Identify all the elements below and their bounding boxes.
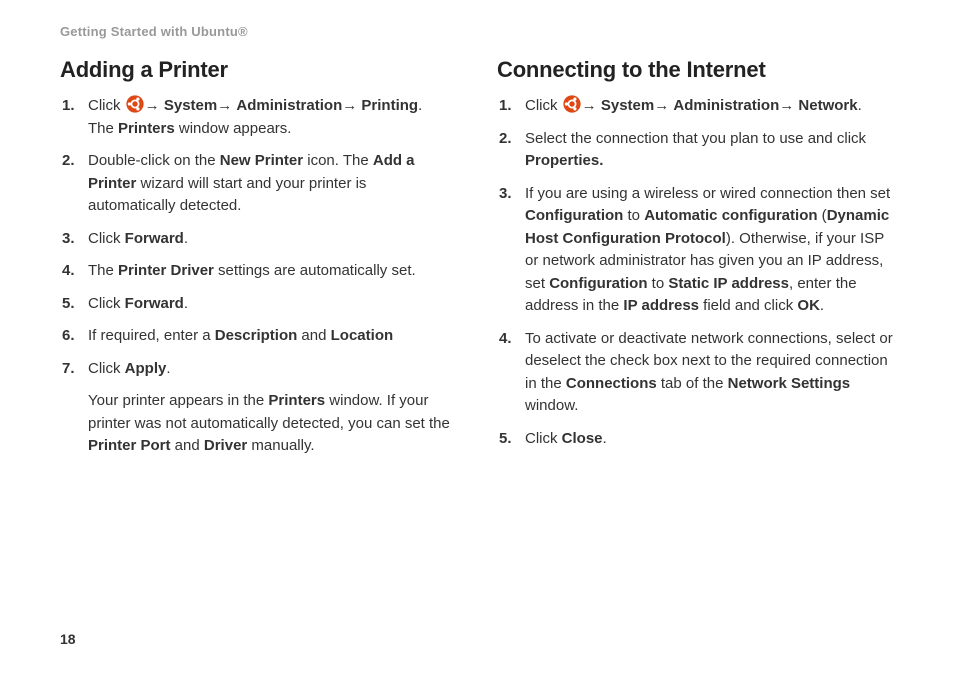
right-step-3: If you are using a wireless or wired con… [521, 183, 894, 318]
arrow-icon: → [654, 97, 673, 114]
arrow-icon: → [779, 97, 798, 114]
arrow-icon: → [342, 97, 361, 114]
nav-admin: Administration [236, 97, 342, 114]
text: window appears. [175, 120, 292, 137]
left-step-2: Double-click on the New Printer icon. Th… [84, 150, 457, 218]
columns: Adding a Printer Click → System→ Adminis… [60, 57, 894, 468]
period: . [858, 97, 862, 114]
right-list: Click → System→ Administration→ Network.… [497, 95, 894, 450]
nav-path: → System→ Administration→ Network [582, 97, 858, 114]
step-extra: The Printers window appears. [88, 120, 291, 137]
arrow-icon: → [582, 97, 601, 114]
left-step-3: Click Forward. [84, 228, 457, 251]
left-list: Click → System→ Administration→ Printing… [60, 95, 457, 380]
page: Getting Started with Ubuntu® Adding a Pr… [0, 0, 954, 677]
step-text: Click [525, 97, 562, 114]
left-column: Adding a Printer Click → System→ Adminis… [60, 57, 457, 468]
ubuntu-logo-icon [126, 95, 144, 113]
text: The [88, 120, 118, 137]
heading-adding-printer: Adding a Printer [60, 57, 457, 83]
left-step-5: Click Forward. [84, 293, 457, 316]
arrow-icon: → [145, 97, 164, 114]
nav-system: System [601, 97, 654, 114]
arrow-icon: → [217, 97, 236, 114]
right-step-2: Select the connection that you plan to u… [521, 128, 894, 173]
text-bold: Printers [118, 120, 175, 137]
nav-path: → System→ Administration→ Printing [145, 97, 418, 114]
ubuntu-logo-icon [563, 95, 581, 113]
left-step-6: If required, enter a Description and Loc… [84, 325, 457, 348]
nav-admin: Administration [673, 97, 779, 114]
nav-printing: Printing [361, 97, 418, 114]
right-step-1: Click → System→ Administration→ Network. [521, 95, 894, 118]
left-step-1: Click → System→ Administration→ Printing… [84, 95, 457, 140]
page-number: 18 [60, 631, 76, 647]
step-text: Click [88, 97, 125, 114]
left-step-7: Click Apply. [84, 358, 457, 381]
heading-connecting-internet: Connecting to the Internet [497, 57, 894, 83]
page-header: Getting Started with Ubuntu® [60, 24, 894, 39]
nav-system: System [164, 97, 217, 114]
left-step-4: The Printer Driver settings are automati… [84, 260, 457, 283]
left-footnote: Your printer appears in the Printers win… [88, 390, 457, 458]
nav-network: Network [798, 97, 857, 114]
right-column: Connecting to the Internet Click → Syste… [497, 57, 894, 468]
right-step-4: To activate or deactivate network connec… [521, 328, 894, 418]
right-step-5: Click Close. [521, 428, 894, 451]
period: . [418, 97, 422, 114]
